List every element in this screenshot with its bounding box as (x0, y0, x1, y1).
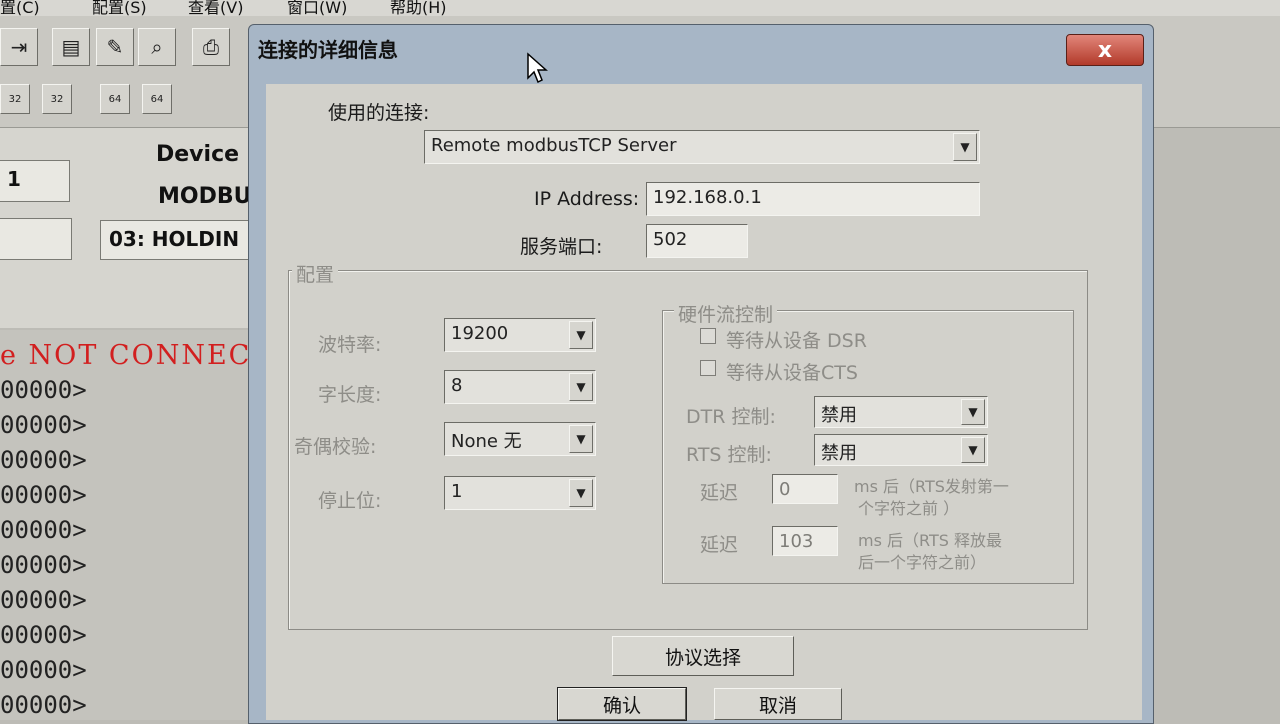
delay-field-1[interactable]: 0 (772, 474, 838, 504)
delay-note-2b: 后一个字符之前） (858, 553, 987, 572)
dtr-control-value: 禁用 (821, 405, 857, 426)
list-item: 00000> (0, 621, 87, 649)
word-length-value: 8 (451, 375, 463, 396)
wait-cts-label: 等待从设备CTS (726, 362, 858, 384)
baud-rate-label: 波特率: (318, 334, 382, 356)
format-icon[interactable]: 32 (42, 84, 72, 114)
length-field[interactable] (0, 218, 72, 260)
modbus-label: MODBU (158, 184, 252, 209)
protocol-select-button[interactable]: 协议选择 (612, 636, 794, 676)
chevron-down-icon[interactable]: ▼ (569, 425, 593, 453)
device-label: Device (156, 142, 240, 167)
monitor-icon[interactable]: ▤ (52, 28, 90, 66)
word-length-label: 字长度: (318, 384, 382, 406)
close-button[interactable]: x (1066, 34, 1144, 66)
wait-dsr-checkbox[interactable] (700, 328, 716, 344)
chevron-down-icon[interactable]: ▼ (569, 479, 593, 507)
close-icon: x (1097, 37, 1113, 63)
ip-address-label: IP Address: (534, 188, 640, 210)
port-field[interactable]: 502 (646, 224, 748, 258)
delay-note-1a: ms 后（RTS发射第一 (854, 477, 1009, 496)
list-item: 00000> (0, 586, 87, 614)
list-item: 00000> (0, 446, 87, 474)
connection-status: e NOT CONNEC (0, 340, 252, 371)
rts-control-select[interactable]: 禁用 ▼ (814, 434, 988, 466)
edit-icon[interactable]: ✎ (96, 28, 134, 66)
rts-control-label: RTS 控制: (686, 444, 772, 466)
connection-select[interactable]: Remote modbusTCP Server ▼ (424, 130, 980, 164)
baud-rate-value: 19200 (451, 323, 509, 344)
delay-label-2: 延迟 (700, 534, 739, 556)
format-icon[interactable]: 32 (0, 84, 30, 114)
address-field[interactable]: 1 (0, 160, 70, 202)
word-length-select[interactable]: 8 ▼ (444, 370, 596, 404)
connection-value: Remote modbusTCP Server (431, 135, 677, 156)
delay-field-2[interactable]: 103 (772, 526, 838, 556)
chevron-down-icon[interactable]: ▼ (569, 321, 593, 349)
mouse-cursor-icon (527, 52, 548, 84)
menu-bar: 置(C) 配置(S) 查看(V) 窗口(W) 帮助(H) (0, 0, 1280, 17)
format-icon[interactable]: 64 (100, 84, 130, 114)
delay-note-2a: ms 后（RTS 释放最 (858, 531, 1002, 550)
stop-bits-label: 停止位: (318, 490, 382, 512)
connection-label: 使用的连接: (328, 102, 430, 124)
wait-cts-checkbox[interactable] (700, 360, 716, 376)
search-icon[interactable]: ⌕ (138, 28, 176, 66)
wait-dsr-label: 等待从设备 DSR (726, 330, 867, 352)
dtr-control-select[interactable]: 禁用 ▼ (814, 396, 988, 428)
function-select[interactable]: 03: HOLDIN (100, 220, 252, 260)
chevron-down-icon[interactable]: ▼ (953, 133, 977, 161)
parity-select[interactable]: None 无 ▼ (444, 422, 596, 456)
list-item: 00000> (0, 411, 87, 439)
stop-bits-select[interactable]: 1 ▼ (444, 476, 596, 510)
stop-bits-value: 1 (451, 481, 463, 502)
chevron-down-icon[interactable]: ▼ (569, 373, 593, 401)
ip-address-field[interactable]: 192.168.0.1 (646, 182, 980, 216)
parity-value: None 无 (451, 431, 522, 452)
chevron-down-icon[interactable]: ▼ (961, 437, 985, 463)
flow-control-legend: 硬件流控制 (674, 300, 778, 327)
device-panel: Device MODBU 1 03: HOLDIN (0, 128, 252, 328)
connect-icon[interactable]: ⇥ (0, 28, 38, 66)
rts-control-value: 禁用 (821, 443, 857, 464)
port-label: 服务端口: (520, 236, 603, 258)
config-legend: 配置 (292, 260, 339, 287)
list-item: 00000> (0, 481, 87, 509)
print-icon[interactable]: ⎙ (192, 28, 230, 66)
list-item: 00000> (0, 516, 87, 544)
dialog-title: 连接的详细信息 (258, 38, 398, 62)
parity-label: 奇偶校验: (294, 436, 377, 458)
dtr-control-label: DTR 控制: (686, 406, 776, 428)
list-item: 00000> (0, 551, 87, 579)
delay-note-1b: 个字符之前 ） (858, 499, 960, 518)
format-icon[interactable]: 64 (142, 84, 172, 114)
ok-button[interactable]: 确认 (557, 687, 687, 721)
list-item: 00000> (0, 691, 87, 719)
baud-rate-select[interactable]: 19200 ▼ (444, 318, 596, 352)
cancel-button[interactable]: 取消 (714, 688, 842, 720)
list-item: 00000> (0, 656, 87, 684)
chevron-down-icon[interactable]: ▼ (961, 399, 985, 425)
list-item: 00000> (0, 376, 87, 404)
delay-label-1: 延迟 (700, 482, 739, 504)
